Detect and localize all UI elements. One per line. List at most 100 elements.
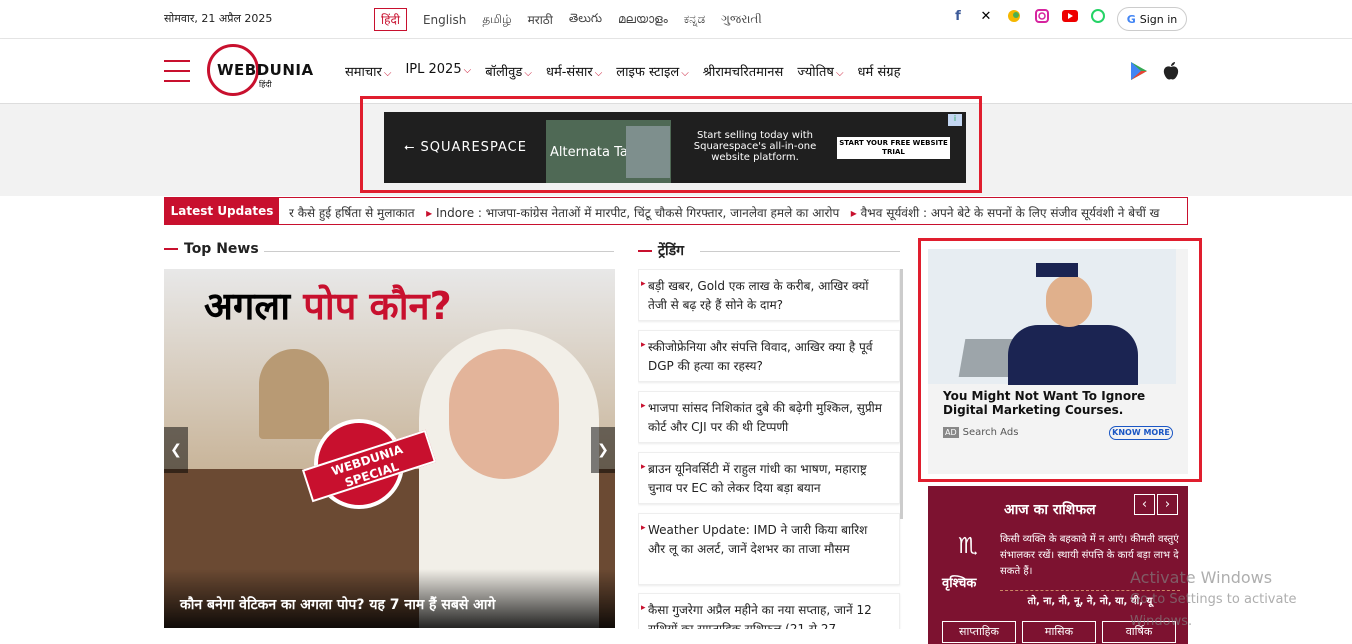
- ad-cta-button[interactable]: START YOUR FREE WEBSITE TRIAL: [837, 137, 950, 159]
- bullet-icon: ▸: [641, 523, 646, 533]
- nav-item[interactable]: बॉलीवुड ⌵: [485, 62, 532, 80]
- tab-monthly[interactable]: मासिक: [1022, 621, 1096, 643]
- whatsapp-icon[interactable]: [1090, 8, 1106, 24]
- trending-scrollbar[interactable]: [900, 269, 903, 519]
- logo-subtext: हिंदी: [259, 80, 272, 89]
- bullet-icon: ▸: [641, 340, 646, 350]
- top-bar: सोमवार, 21 अप्रैल 2025 हिंदी English தமி…: [0, 0, 1352, 39]
- ad-info-icon[interactable]: i: [948, 114, 962, 126]
- google-play-icon[interactable]: [1130, 61, 1148, 85]
- social-links: f ✕: [950, 8, 1106, 24]
- chevron-down-icon: ⌵: [835, 68, 844, 79]
- menu-icon[interactable]: [164, 60, 190, 90]
- nav-item[interactable]: धर्म संग्रह: [858, 62, 901, 80]
- chevron-down-icon: ⌵: [681, 68, 689, 79]
- bullet-icon: ▸: [641, 279, 646, 289]
- chevron-down-icon: ⌵: [594, 68, 603, 79]
- chevron-right-icon[interactable]: ›: [1157, 494, 1178, 515]
- google-icon: G: [1126, 12, 1136, 26]
- lang-marathi[interactable]: मराठी: [528, 11, 553, 28]
- nav-item[interactable]: श्रीरामचरितमानस: [703, 62, 784, 80]
- lang-malayalam[interactable]: മലയാളം: [618, 12, 668, 27]
- slide-headline: अगला पोप कौन?: [204, 284, 452, 328]
- facebook-icon[interactable]: f: [950, 8, 966, 24]
- site-logo[interactable]: WEBDUNIA हिंदी: [207, 44, 315, 96]
- chevron-left-icon[interactable]: ‹: [1134, 494, 1155, 515]
- graduate-image: [928, 249, 1176, 385]
- squarespace-icon: ⭠: [404, 140, 416, 155]
- lang-gujarati[interactable]: ગુજરાતી: [721, 12, 762, 27]
- nav-menu: समाचार ⌵ IPL 2025 ⌵ बॉलीवुड ⌵ धर्म-संसार ⌵ ल…: [345, 62, 900, 80]
- slide-caption[interactable]: कौन बनेगा वेटिकन का अगला पोप? यह 7 नाम ह…: [180, 595, 495, 614]
- lang-telugu[interactable]: తెలుగు: [569, 11, 602, 28]
- side-ad-title[interactable]: You Might Not Want To Ignore Digital Mar…: [943, 389, 1178, 417]
- chevron-down-icon: ⌵: [463, 65, 472, 76]
- nav-item[interactable]: ज्योतिष ⌵: [797, 62, 843, 80]
- trending-item[interactable]: ▸ ब्राउन यूनिवर्सिटी में राहुल गांधी का भ…: [638, 452, 900, 504]
- sign-in-button[interactable]: G Sign in: [1117, 7, 1187, 31]
- sign-in-label: Sign in: [1139, 12, 1178, 26]
- squarespace-ad-banner[interactable]: ⭠ SQUARESPACE Alternata Tailors Start se…: [384, 112, 966, 183]
- ticker-bullet-icon: ▸: [426, 206, 433, 220]
- ticker-items: र कैसे हुई हर्षिता से मुलाकात ▸ Indore :…: [289, 204, 1159, 221]
- ticker-item[interactable]: वैभव सूर्यवंशी : अपने बेटे के सपनों के ल…: [861, 206, 1160, 220]
- ad-image: [626, 126, 670, 178]
- lang-kannada[interactable]: ಕನ್ನಡ: [684, 12, 705, 27]
- nav-item[interactable]: समाचार ⌵: [345, 62, 391, 80]
- tab-weekly[interactable]: साप्ताहिक: [942, 621, 1016, 643]
- webdunia-special-badge: WEBDUNIA SPECIAL: [301, 419, 437, 509]
- rashi-sign-name: वृश्चिक: [942, 576, 977, 591]
- ad-text: Start selling today with Squarespace's a…: [693, 130, 817, 163]
- apple-icon[interactable]: [1162, 61, 1180, 85]
- bullet-icon: ▸: [641, 603, 646, 613]
- ticker-label: Latest Updates: [165, 198, 279, 224]
- x-icon[interactable]: ✕: [978, 8, 994, 24]
- trending-item[interactable]: ▸ कैसा गुजरेगा अप्रैल महीने का नया सप्ताह…: [638, 593, 900, 629]
- squarespace-logo: ⭠ SQUARESPACE: [404, 140, 527, 155]
- chevron-down-icon: ⌵: [383, 68, 392, 79]
- trending-list: ▸ बड़ी खबर, Gold एक लाख के करीब, आखिर क्य…: [638, 269, 902, 629]
- windows-activation-watermark: Activate Windows Go to Settings to activ…: [1130, 567, 1352, 633]
- know-more-button[interactable]: KNOW MORE: [1109, 426, 1173, 440]
- trending-item[interactable]: ▸ भाजपा सांसद निशिकांत दुबे की बढ़ेगी मुश…: [638, 391, 900, 443]
- lang-tamil[interactable]: தமிழ்: [482, 12, 511, 28]
- divider: [700, 251, 900, 252]
- main-navbar: WEBDUNIA हिंदी समाचार ⌵ IPL 2025 ⌵ बॉलीवुड…: [0, 39, 1352, 104]
- current-date: सोमवार, 21 अप्रैल 2025: [164, 12, 273, 25]
- ticker-item[interactable]: र कैसे हुई हर्षिता से मुलाकात: [289, 206, 415, 220]
- logo-text: WEBDUNIA: [217, 61, 314, 79]
- lang-english[interactable]: English: [423, 13, 466, 27]
- trending-heading: ट्रेंडिंग: [638, 241, 684, 260]
- lang-hindi[interactable]: हिंदी: [374, 8, 407, 31]
- trending-item[interactable]: ▸ बड़ी खबर, Gold एक लाख के करीब, आखिर क्य…: [638, 269, 900, 321]
- side-ad-source: AD Search Ads: [943, 427, 1019, 438]
- rashifal-nav: ‹ ›: [1134, 494, 1178, 515]
- bullet-icon: ▸: [641, 401, 646, 411]
- ticker-item[interactable]: Indore : भाजपा-कांग्रेस नेताओं में मारपी…: [436, 206, 839, 220]
- trending-item[interactable]: ▸ Weather Update: IMD ने जारी किया बारिश …: [638, 513, 900, 585]
- language-switcher: हिंदी English தமிழ் मराठी తెలుగు മലയാളം …: [374, 8, 762, 31]
- watermark-line1: Activate Windows: [1130, 568, 1273, 587]
- scorpio-icon: ♏: [958, 534, 978, 559]
- trending-item[interactable]: ▸ स्कीजोफ्रेनिया और संपत्ति विवाद, आखिर क…: [638, 330, 900, 382]
- app-links: [1130, 61, 1180, 85]
- side-ad[interactable]: You Might Not Want To Ignore Digital Mar…: [928, 249, 1188, 474]
- instagram-icon[interactable]: [1034, 8, 1050, 24]
- koo-icon[interactable]: [1006, 8, 1022, 24]
- youtube-icon[interactable]: [1062, 8, 1078, 24]
- top-news-heading: Top News: [164, 241, 259, 257]
- divider: [264, 251, 614, 252]
- next-slide-button[interactable]: ❯: [591, 427, 615, 473]
- nav-item[interactable]: धर्म-संसार ⌵: [546, 62, 602, 80]
- nav-item[interactable]: IPL 2025 ⌵: [405, 62, 471, 80]
- nav-item[interactable]: लाइफ स्‍टाइल ⌵: [616, 62, 689, 80]
- prev-slide-button[interactable]: ❮: [164, 427, 188, 473]
- ticker-bullet-icon: ▸: [850, 206, 857, 220]
- bullet-icon: ▸: [641, 462, 646, 472]
- latest-updates-ticker: Latest Updates र कैसे हुई हर्षिता से मुल…: [164, 197, 1188, 225]
- ad-image-tile: Alternata Tailors: [546, 120, 671, 183]
- top-news-slider[interactable]: अगला पोप कौन? WEBDUNIA SPECIAL कौन बनेगा…: [164, 269, 615, 628]
- watermark-line2: Go to Settings to activate Windows.: [1130, 592, 1297, 629]
- chevron-down-icon: ⌵: [524, 68, 532, 79]
- rashifal-title: आज का राशिफल: [1004, 502, 1096, 518]
